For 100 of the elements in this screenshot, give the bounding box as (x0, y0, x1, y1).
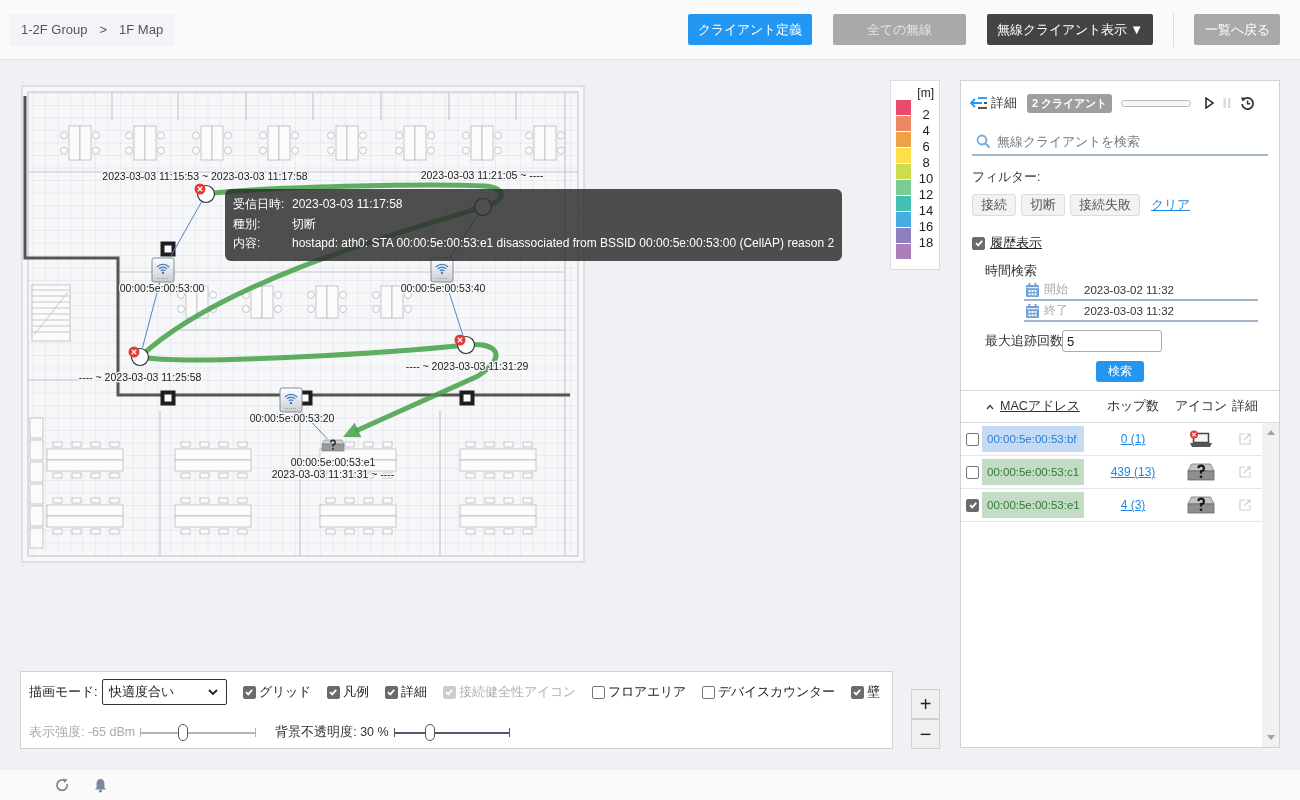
collapse-panel-icon[interactable] (970, 96, 988, 110)
history-label[interactable]: 履歴表示 (990, 234, 1042, 252)
max-trace-input[interactable]: 5 (1062, 330, 1162, 352)
date-field-label: 開始 (1044, 281, 1069, 298)
legend-label: 12 (918, 187, 934, 203)
column-header: ホップ数 (1107, 398, 1159, 415)
desk-cluster (395, 125, 435, 161)
laptop-error-icon (1189, 430, 1213, 448)
desk-cluster (307, 285, 347, 319)
filter-button[interactable]: 接続 (972, 194, 1016, 216)
option-label[interactable]: フロアエリア (607, 683, 686, 701)
client-count-badge: 2 クライアント (1027, 93, 1113, 113)
column-header: 詳細 (1232, 398, 1258, 415)
max-trace-label: 最大追跡回数 (985, 332, 1062, 350)
breadcrumb-current: 1F Map (119, 22, 164, 37)
error-badge-icon (128, 346, 140, 358)
option-checkbox[interactable] (591, 685, 605, 699)
client-mac-label: 00:00:5e:00:53:e1 (290, 456, 376, 468)
row-checkbox[interactable] (966, 498, 979, 512)
legend-label: 8 (922, 155, 930, 171)
option-label[interactable]: 凡例 (342, 683, 369, 701)
calendar-icon[interactable] (1026, 282, 1039, 297)
tooltip-label: 内容: (233, 235, 262, 252)
zoom-in-button[interactable]: + (911, 689, 940, 719)
option-label[interactable]: 詳細 (400, 683, 427, 701)
filter-button[interactable]: 接続失敗 (1070, 194, 1140, 216)
access-point-label: 00:00:5e:00:53:00 (119, 282, 205, 294)
option-checkbox[interactable] (242, 685, 256, 699)
connection-line (169, 201, 202, 258)
sort-caret-icon[interactable] (986, 403, 994, 410)
desk-cluster (192, 125, 232, 161)
filter-label: フィルター: (972, 170, 1042, 184)
legend-label: 10 (918, 171, 934, 187)
mac-address-cell: 00:00:5e:00:53:e1 (982, 492, 1084, 518)
panel-title: 詳細 (991, 94, 1017, 112)
date-time-input[interactable]: 2023-03-03 11:32 (1084, 302, 1234, 319)
row-checkbox[interactable] (966, 465, 979, 479)
hop-count-link[interactable]: 439 (13) (1110, 465, 1156, 479)
play-icon[interactable] (1205, 97, 1215, 109)
slider-thumb[interactable] (424, 724, 435, 741)
error-badge-icon (454, 334, 466, 346)
refresh-icon[interactable] (55, 777, 70, 793)
desk-cluster (259, 125, 299, 161)
desk-cluster (242, 285, 282, 319)
legend-label: 16 (918, 219, 934, 235)
calendar-icon[interactable] (1026, 303, 1039, 318)
wireless-client-display-button[interactable]: 無線クライアント表示 ▼ (986, 14, 1153, 45)
legend-label: 18 (918, 235, 934, 251)
legend-label: 4 (922, 123, 930, 139)
option-checkbox[interactable] (384, 685, 398, 699)
legend-unit: [m] (916, 86, 934, 100)
track-point[interactable] (128, 346, 150, 367)
unknown-device-icon[interactable] (321, 439, 345, 452)
access-point-icon[interactable] (151, 257, 175, 283)
history-checkbox[interactable] (972, 236, 985, 250)
track-time-label: 2023-03-03 11:21:05 ~ ---- (420, 169, 544, 181)
option-checkbox[interactable] (326, 685, 340, 699)
breadcrumb-link[interactable]: 1-2F Group (21, 22, 88, 37)
history-icon[interactable] (1240, 95, 1256, 111)
legend-label: 14 (918, 203, 934, 219)
access-point-label: 00:00:5e:00:53:40 (400, 282, 486, 294)
bell-icon[interactable] (93, 777, 108, 793)
option-label[interactable]: グリッド (258, 683, 311, 701)
search-icon (976, 134, 991, 149)
column-header[interactable]: MACアドレス (1000, 398, 1080, 415)
search-input[interactable]: 無線クライアントを検索 (997, 130, 1268, 153)
tooltip-label: 受信日時: (233, 196, 286, 213)
hop-count-link[interactable]: 4 (3) (1120, 498, 1146, 512)
drawing-mode-label: 描画モード: (29, 683, 98, 701)
track-point[interactable] (454, 334, 476, 355)
chevron-down-icon (207, 689, 218, 695)
time-search-label: 時間検索 (985, 264, 1038, 278)
clear-link[interactable]: クリア (1151, 196, 1190, 214)
hop-count-link[interactable]: 0 (1) (1120, 432, 1146, 446)
filter-button[interactable]: 切断 (1021, 194, 1065, 216)
slider-label: 表示強度: -65 dBm (29, 724, 136, 741)
option-label[interactable]: 壁 (866, 683, 880, 701)
mac-address-cell: 00:00:5e:00:53:bf (982, 426, 1084, 452)
mac-address-cell: 00:00:5e:00:53:c1 (982, 459, 1084, 485)
slider-label: 背景不透明度: 30 % (275, 724, 389, 741)
tooltip-value: 切断 (292, 215, 317, 233)
option-checkbox[interactable] (850, 685, 864, 699)
access-point-icon[interactable] (279, 387, 303, 413)
date-time-input[interactable]: 2023-03-02 11:32 (1084, 281, 1234, 298)
desk-cluster (327, 125, 367, 161)
legend-label: 6 (922, 139, 930, 155)
date-field-label: 終了 (1044, 302, 1069, 319)
column-header: アイコン (1175, 398, 1227, 415)
track-point[interactable] (194, 183, 216, 204)
track-time-label: 2023-03-03 11:15:53 ~ 2023-03-03 11:17:58 (102, 170, 308, 182)
option-checkbox[interactable] (701, 685, 715, 699)
playback-progress-track[interactable] (1121, 99, 1192, 107)
drawing-mode-select[interactable]: 快適度合い (101, 679, 227, 705)
tooltip-value: 2023-03-03 11:17:58 (292, 196, 404, 213)
unknown-device-icon (1187, 496, 1215, 514)
desk-cluster (462, 125, 502, 161)
desk-cluster (125, 125, 165, 161)
zoom-out-button[interactable]: − (911, 719, 940, 749)
option-label[interactable]: デバイスカウンター (717, 683, 835, 701)
row-checkbox[interactable] (966, 432, 979, 446)
